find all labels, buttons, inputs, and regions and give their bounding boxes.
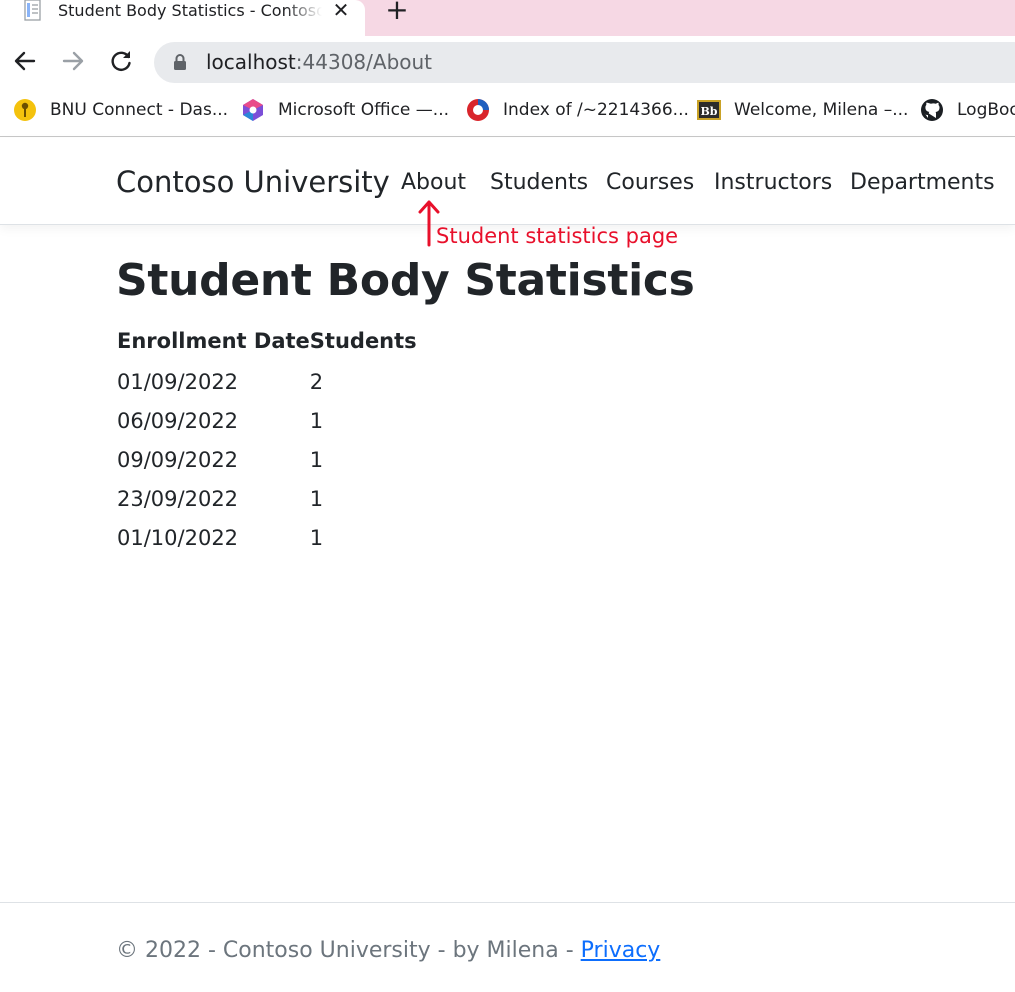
table-row: 01/09/2022 2 [117, 356, 417, 402]
url-path: :44308/About [295, 50, 433, 74]
address-bar[interactable]: localhost:44308/About [154, 42, 1015, 83]
github-icon [921, 99, 943, 121]
student-count-cell: 2 [309, 370, 324, 394]
copyright-text: © 2022 - Contoso University - by Milena … [116, 938, 581, 963]
forward-arrow-icon[interactable] [60, 48, 86, 74]
enrollment-date-cell: 09/09/2022 [117, 448, 239, 472]
key-icon [14, 99, 36, 121]
lock-icon [174, 54, 186, 70]
tab-strip: Student Body Statistics - Contoso Univer… [0, 0, 1015, 36]
footer-text: © 2022 - Contoso University - by Milena … [116, 936, 660, 966]
svg-text:Bb: Bb [701, 105, 718, 118]
page-favicon-icon [24, 0, 41, 21]
new-tab-button[interactable]: + [384, 0, 410, 24]
nav-link-students[interactable]: Students [490, 167, 588, 199]
browser-toolbar: localhost:44308/About [0, 36, 1015, 92]
table-header-row: Enrollment Date Students [117, 326, 417, 356]
table-row: 09/09/2022 1 [117, 441, 417, 480]
back-arrow-icon[interactable] [12, 48, 38, 74]
bookmark-label: Microsoft Office —... [278, 100, 450, 120]
nav-link-departments[interactable]: Departments [850, 167, 995, 199]
bookmark-logbook[interactable]: LogBoo [920, 98, 1015, 122]
annotation-label: Student statistics page [436, 224, 679, 248]
column-header-enrollment-date: Enrollment Date [117, 329, 310, 353]
privacy-link[interactable]: Privacy [581, 938, 661, 963]
bookmark-index-of[interactable]: Index of /~2214366... [466, 98, 689, 122]
bookmark-label: Welcome, Milena –... [734, 100, 909, 120]
bookmark-label: BNU Connect - Das... [50, 100, 229, 120]
student-count-cell: 1 [309, 526, 324, 550]
bookmark-microsoft-office[interactable]: Microsoft Office —... [241, 98, 449, 122]
url-host: localhost [206, 50, 296, 74]
bookmark-blackboard[interactable]: Bb Welcome, Milena –... [697, 98, 908, 122]
page-title: Student Body Statistics [116, 255, 695, 306]
bookmark-bnu-connect[interactable]: BNU Connect - Das... [13, 98, 228, 122]
nav-link-instructors[interactable]: Instructors [714, 167, 832, 199]
nav-link-about[interactable]: About [401, 167, 466, 199]
bookmark-label: Index of /~2214366... [503, 100, 689, 120]
table-row: 06/09/2022 1 [117, 402, 417, 441]
student-count-cell: 1 [309, 409, 324, 433]
table-row: 23/09/2022 1 [117, 480, 417, 519]
enrollment-date-cell: 01/10/2022 [117, 526, 239, 550]
reload-icon[interactable] [108, 48, 134, 74]
table-row: 01/10/2022 1 [117, 519, 417, 558]
bookmarks-bar: BNU Connect - Das... Microsoft Office —.… [0, 92, 1015, 137]
enrollment-date-cell: 06/09/2022 [117, 409, 239, 433]
blackboard-icon: Bb [697, 100, 721, 120]
student-count-cell: 1 [309, 448, 324, 472]
active-tab[interactable]: Student Body Statistics - Contoso Univer… [0, 0, 365, 36]
site-brand[interactable]: Contoso University [116, 164, 390, 200]
student-count-cell: 1 [309, 487, 324, 511]
column-header-students: Students [309, 329, 417, 353]
index-icon [467, 99, 489, 121]
site-footer: © 2022 - Contoso University - by Milena … [0, 902, 1015, 992]
url-text: localhost:44308/About [206, 50, 432, 74]
enrollment-date-cell: 23/09/2022 [117, 487, 239, 511]
office-icon [243, 99, 263, 121]
bookmark-label: LogBoo [957, 100, 1015, 120]
tab-title: Student Body Statistics - Contoso Univer… [58, 1, 322, 20]
close-tab-icon[interactable]: ✕ [330, 0, 352, 21]
enrollment-date-cell: 01/09/2022 [117, 370, 239, 394]
nav-link-courses[interactable]: Courses [606, 167, 694, 199]
site-navbar: Contoso University About Students Course… [0, 138, 1015, 225]
statistics-table: Enrollment Date Students 01/09/2022 2 06… [117, 326, 417, 558]
